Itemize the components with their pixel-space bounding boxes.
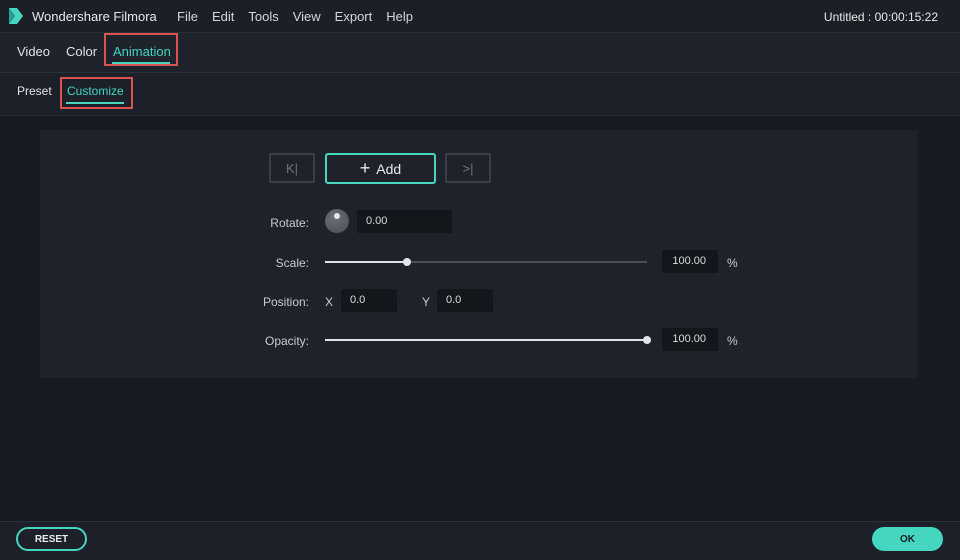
reset-button[interactable]: RESET xyxy=(16,527,87,551)
opacity-slider-knob[interactable] xyxy=(643,336,651,344)
menu-help[interactable]: Help xyxy=(386,9,413,24)
scale-slider-knob[interactable] xyxy=(403,258,411,266)
tab-video[interactable]: Video xyxy=(17,44,50,59)
position-y-label: Y xyxy=(422,295,431,309)
menu-view[interactable]: View xyxy=(293,9,321,24)
rotate-value-field[interactable]: 0.00 xyxy=(357,210,452,233)
app-name: Wondershare Filmora xyxy=(32,9,157,24)
scale-unit: % xyxy=(727,256,738,270)
menu-export[interactable]: Export xyxy=(335,9,373,24)
prev-keyframe-button[interactable]: K| xyxy=(269,153,315,183)
project-title: Untitled : 00:00:15:22 xyxy=(823,10,938,24)
highlight-box-animation xyxy=(104,33,178,66)
title-bar: Wondershare Filmora File Edit Tools View… xyxy=(0,0,960,33)
animation-subtabs: Preset Customize xyxy=(0,73,960,116)
add-keyframe-label: Add xyxy=(376,160,402,177)
menu-edit[interactable]: Edit xyxy=(212,9,234,24)
scale-value-field[interactable]: 100.00 xyxy=(662,250,718,273)
menu-bar: File Edit Tools View Export Help xyxy=(177,9,427,24)
scale-slider-fill xyxy=(325,261,407,263)
filmora-logo-icon xyxy=(9,8,23,24)
next-keyframe-button[interactable]: >| xyxy=(445,153,491,183)
customize-content: K| + Add >| Rotate: 0.00 Scale: 100.00 % xyxy=(0,116,960,521)
subtab-preset[interactable]: Preset xyxy=(17,84,52,98)
ok-button[interactable]: OK xyxy=(872,527,943,551)
position-x-label: X xyxy=(325,295,334,309)
rotate-dial-indicator xyxy=(334,213,340,219)
menu-tools[interactable]: Tools xyxy=(248,9,278,24)
tab-color[interactable]: Color xyxy=(66,44,97,59)
position-y-field[interactable]: 0.0 xyxy=(437,289,493,312)
highlight-box-customize xyxy=(60,77,133,109)
keyframe-panel: K| + Add >| Rotate: 0.00 Scale: 100.00 % xyxy=(40,130,918,378)
footer-bar: RESET OK xyxy=(0,521,960,560)
filmora-window: Wondershare Filmora File Edit Tools View… xyxy=(0,0,960,560)
plus-icon: + xyxy=(359,157,371,178)
scale-label: Scale: xyxy=(275,256,309,270)
prev-keyframe-icon: K| xyxy=(285,160,299,176)
opacity-unit: % xyxy=(727,334,738,348)
position-x-field[interactable]: 0.0 xyxy=(341,289,397,312)
next-keyframe-icon: >| xyxy=(462,160,474,176)
property-tabs: Video Color Animation xyxy=(0,33,960,73)
menu-file[interactable]: File xyxy=(177,9,198,24)
add-keyframe-button[interactable]: + Add xyxy=(325,153,436,184)
position-label: Position: xyxy=(262,295,309,309)
rotate-dial[interactable] xyxy=(325,209,349,233)
opacity-slider-fill xyxy=(325,339,647,341)
rotate-label: Rotate: xyxy=(270,216,309,230)
opacity-value-field[interactable]: 100.00 xyxy=(662,328,718,351)
opacity-label: Opacity: xyxy=(264,334,309,348)
